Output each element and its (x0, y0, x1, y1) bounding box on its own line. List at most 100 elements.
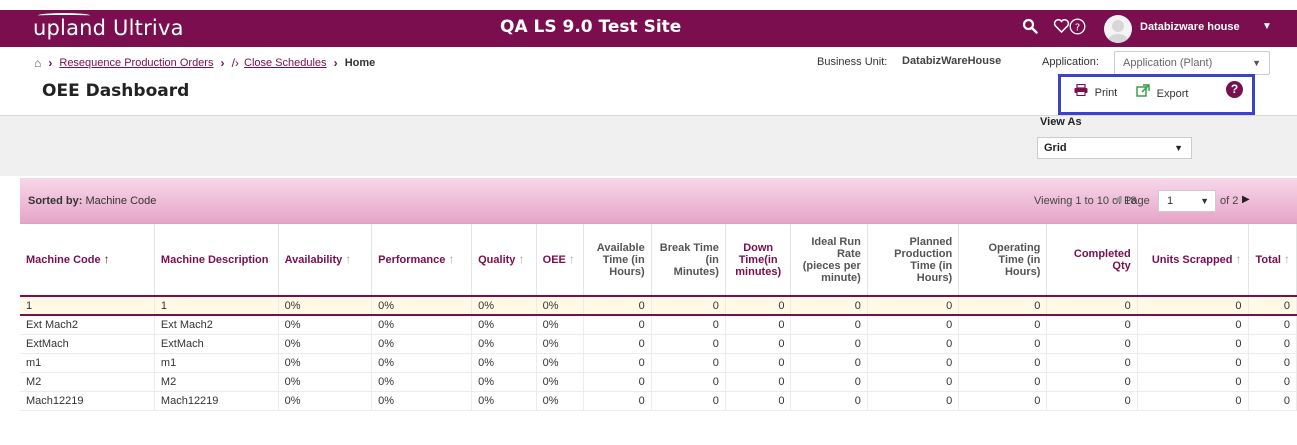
column-header-ideal-run-rate[interactable]: Ideal Run Rate (pieces per minute) (790, 224, 868, 297)
table-cell: 0% (536, 391, 584, 411)
avatar[interactable] (1104, 15, 1132, 43)
table-cell: 0 (1046, 334, 1138, 354)
next-page-icon[interactable]: ▶ (1242, 194, 1250, 205)
chevron-down-icon: ▼ (1200, 196, 1209, 206)
sort-arrow-icon: ↑ (1235, 252, 1242, 266)
column-header-machine-description[interactable]: Machine Description (154, 224, 279, 297)
table-cell: Ext Mach2 (154, 315, 279, 335)
table-cell: 0 (651, 391, 726, 411)
table-cell: m1 (20, 353, 155, 373)
view-as-label: View As (1040, 116, 1082, 128)
table-cell: 0% (471, 391, 537, 411)
table-cell: 0 (1046, 315, 1138, 335)
table-cell: 0% (278, 353, 373, 373)
search-icon[interactable] (1022, 18, 1038, 37)
search-icon-svg (1022, 18, 1038, 34)
table-row[interactable]: 1 1 0% 0% 0% 0% 0 0 0 0 0 0 0 0 0 (20, 296, 1297, 316)
business-unit-value: DatabizWareHouse (902, 55, 1002, 67)
application-select[interactable]: Application (Plant) ▼ (1114, 51, 1270, 75)
oee-table: Machine Code ↑ Machine Description Availa… (20, 224, 1297, 411)
breadcrumb-separator-icon: › (220, 56, 225, 70)
help-icon[interactable]: ? (1226, 81, 1243, 98)
breadcrumb-link-close-schedules[interactable]: Close Schedules (244, 57, 327, 69)
column-header-total[interactable]: Total ↑ (1248, 224, 1297, 297)
column-header-completed-qty[interactable]: Completed Qty (1046, 224, 1138, 297)
column-header-label: Units Scrapped (1151, 254, 1233, 266)
table-cell: 0 (725, 315, 792, 335)
home-icon[interactable]: ⌂ (34, 56, 41, 70)
column-header-machine-code[interactable]: Machine Code ↑ (20, 224, 155, 297)
chevron-down-icon: ▼ (1252, 58, 1261, 68)
column-header-oee[interactable]: OEE ↑ (536, 224, 584, 297)
table-cell: 0 (1137, 353, 1249, 373)
column-header-break-time[interactable]: Break Time (in Minutes) (651, 224, 726, 297)
table-cell: ExtMach (154, 334, 279, 354)
table-cell: 0 (1137, 372, 1249, 392)
column-header-label: Available Time (in Hours) (596, 241, 645, 278)
table-cell: 0 (958, 315, 1048, 335)
column-header-planned-production-time[interactable]: Planned Production Time (in Hours) (867, 224, 960, 297)
view-as-value: Grid (1044, 142, 1067, 154)
print-button[interactable]: Print (1074, 83, 1117, 99)
table-cell: 0 (651, 353, 726, 373)
oee-grid: Sorted by: Machine Code Viewing 1 to 10 … (20, 178, 1297, 411)
table-cell: 0% (471, 315, 537, 335)
column-header-quality[interactable]: Quality ↑ (471, 224, 537, 297)
user-name[interactable]: Databizware house (1140, 21, 1240, 33)
export-button[interactable]: Export (1136, 84, 1188, 100)
table-cell: 0% (471, 372, 537, 392)
table-row[interactable]: Mach12219 Mach12219 0% 0% 0% 0% 0 0 0 0 0 0 0 0 0 (20, 391, 1297, 411)
prev-page-icon[interactable]: ◀ (1114, 194, 1122, 205)
heart-icon[interactable] (1053, 18, 1070, 37)
top-strip (0, 0, 1297, 10)
column-header-down-time[interactable]: Down Time(in minutes) (725, 224, 792, 297)
view-as-select[interactable]: Grid ▼ (1037, 137, 1192, 159)
table-body: 1 1 0% 0% 0% 0% 0 0 0 0 0 0 0 0 0 Ext Mach2 Ext Mach2 0% 0… (20, 296, 1297, 411)
column-header-label: Down Time(in minutes) (735, 241, 782, 278)
table-row[interactable]: ExtMach ExtMach 0% 0% 0% 0% 0 0 0 0 0 0 0 0 0 (20, 334, 1297, 354)
table-cell: 0 (958, 334, 1048, 354)
table-row[interactable]: m1 m1 0% 0% 0% 0% 0 0 0 0 0 0 0 0 0 (20, 353, 1297, 373)
column-header-availability[interactable]: Availability ↑ (278, 224, 373, 297)
table-cell: 0 (1248, 353, 1297, 373)
column-header-label: Availability (284, 254, 343, 266)
sort-arrow-icon: ↑ (518, 252, 525, 266)
column-header-available-time[interactable]: Available Time (in Hours) (583, 224, 652, 297)
question-icon-svg: ? (1069, 18, 1086, 35)
table-cell: 0% (371, 296, 473, 316)
table-cell: 0 (725, 334, 792, 354)
table-cell: 0% (371, 372, 473, 392)
breadcrumb-separator-icon: /› (231, 56, 239, 70)
sorted-by-label: Sorted by: (28, 195, 83, 207)
column-header-performance[interactable]: Performance ↑ (371, 224, 473, 297)
application-select-value: Application (Plant) (1123, 57, 1213, 69)
table-cell: 0 (583, 296, 652, 316)
printer-icon-svg (1074, 83, 1088, 97)
breadcrumb: ⌂ › Resequence Production Orders › /› Cl… (34, 56, 375, 70)
page-select-value: 1 (1167, 195, 1174, 207)
user-menu-caret-icon[interactable]: ▼ (1262, 21, 1272, 32)
column-header-operating-time[interactable]: Operating Time (in Hours) (958, 224, 1048, 297)
page-select[interactable]: 1 ▼ (1158, 190, 1216, 212)
column-header-units-scrapped[interactable]: Units Scrapped ↑ (1137, 224, 1249, 297)
table-row[interactable]: M2 M2 0% 0% 0% 0% 0 0 0 0 0 0 0 0 0 (20, 372, 1297, 392)
table-cell: 0% (371, 315, 473, 335)
table-cell: 0% (278, 372, 373, 392)
table-cell: 0 (1248, 372, 1297, 392)
app-header: upland Ultriva QA LS 9.0 Test Site ? Dat… (0, 10, 1297, 47)
toolbar-highlight-box: Print Export (1058, 74, 1255, 115)
table-cell: 0% (278, 391, 373, 411)
chevron-down-icon: ▼ (1174, 143, 1183, 153)
table-cell: 0 (790, 391, 868, 411)
export-label: Export (1156, 88, 1189, 100)
column-header-label: Planned Production Time (in Hours) (894, 235, 953, 284)
table-cell: 0% (536, 353, 584, 373)
table-cell: 0 (867, 296, 960, 316)
export-icon-svg (1136, 84, 1150, 97)
breadcrumb-link-resequence[interactable]: Resequence Production Orders (59, 57, 213, 69)
app-logo[interactable]: upland Ultriva (33, 16, 184, 40)
table-cell: 0% (471, 334, 537, 354)
question-circle-icon[interactable]: ? (1069, 18, 1086, 38)
application-label: Application: (1042, 56, 1099, 68)
table-row[interactable]: Ext Mach2 Ext Mach2 0% 0% 0% 0% 0 0 0 0 0 0 0 0 0 (20, 315, 1297, 335)
